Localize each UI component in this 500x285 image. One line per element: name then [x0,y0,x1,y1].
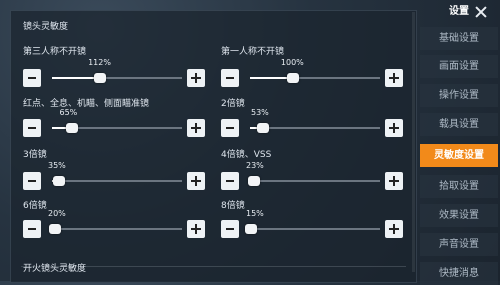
label-6x-scope: 6倍镜 [23,201,47,211]
settings-sidebar: 设置 基础设置 画面设置 操作设置 载具设置 灵敏度设置 拾取设置 效果设置 声… [418,0,500,285]
minus-button[interactable] [221,172,239,190]
slider-track[interactable] [52,77,182,79]
slider-handle[interactable] [247,176,260,186]
plus-button[interactable] [187,119,205,137]
slider-value: 15% [246,209,264,218]
slider-value: 35% [48,161,66,170]
slider-tpp-no-scope[interactable]: 112% [23,58,208,87]
label-4x-scope-vss: 4倍镜、VSS [221,150,272,160]
slider-handle[interactable] [94,73,107,83]
minus-button[interactable] [221,119,239,137]
plus-button[interactable] [385,69,403,87]
slider-fpp-no-scope[interactable]: 100% [221,58,406,87]
slider-fill [52,77,101,79]
nav-pickup-settings[interactable]: 拾取设置 [420,175,498,198]
plus-button[interactable] [187,172,205,190]
label-2x-scope: 2倍镜 [221,99,245,109]
slider-red-dot[interactable]: 65% [23,108,208,137]
minus-button[interactable] [23,119,41,137]
minus-button[interactable] [221,69,239,87]
minus-button[interactable] [221,220,239,238]
nav-vehicle-settings[interactable]: 载具设置 [420,113,498,136]
slider-3x-scope[interactable]: 35% [23,161,208,190]
minus-button[interactable] [23,172,41,190]
slider-handle[interactable] [245,224,258,234]
slider-value: 65% [59,108,78,117]
nav-graphics-settings[interactable]: 画面设置 [420,55,498,78]
slider-track[interactable] [52,228,182,230]
slider-track[interactable] [250,180,380,182]
nav-sensitivity-settings[interactable]: 灵敏度设置 [420,144,498,167]
nav-effects-settings[interactable]: 效果设置 [420,204,498,227]
nav-quick-message[interactable]: 快捷消息 [420,262,498,285]
slider-handle[interactable] [257,123,269,133]
plus-button[interactable] [187,69,205,87]
label-8x-scope: 8倍镜 [221,201,245,211]
slider-track[interactable] [52,180,182,182]
slider-value: 100% [280,58,304,67]
nav-controls-settings[interactable]: 操作设置 [420,84,498,107]
section-title-fire-sensitivity[interactable]: 开火镜头灵敏度 [23,261,86,274]
minus-button[interactable] [23,220,41,238]
plus-button[interactable] [385,220,403,238]
slider-track[interactable] [250,228,380,230]
section-title-camera-sensitivity: 镜头灵敏度 [23,22,69,32]
label-red-dot: 红点、全息、机瞄、侧面瞄准镜 [23,99,150,109]
minus-button[interactable] [23,69,41,87]
plus-button[interactable] [187,220,205,238]
slider-handle[interactable] [286,73,299,83]
nav-basic-settings[interactable]: 基础设置 [420,27,498,50]
slider-handle[interactable] [48,224,61,234]
slider-6x-scope[interactable]: 20% [23,209,208,238]
label-tpp-no-scope: 第三人称不开镜 [23,47,87,57]
slider-track[interactable] [250,77,380,79]
settings-panel: 镜头灵敏度 第三人称不开镜 112% 第一人称不开镜 100% 红点、全息、机瞄… [10,10,417,283]
nav-sound-settings[interactable]: 声音设置 [420,233,498,256]
slider-handle[interactable] [65,123,78,133]
label-fpp-no-scope: 第一人称不开镜 [221,47,285,57]
panel-scrollbar[interactable] [412,12,415,272]
slider-value: 53% [251,108,269,117]
close-icon[interactable] [474,5,488,19]
slider-4x-scope-vss[interactable]: 23% [221,161,406,190]
slider-8x-scope[interactable]: 15% [221,209,406,238]
label-3x-scope: 3倍镜 [23,150,47,160]
slider-2x-scope[interactable]: 53% [221,108,406,137]
slider-handle[interactable] [52,176,65,186]
slider-value: 20% [48,209,66,218]
plus-button[interactable] [385,119,403,137]
slider-value: 23% [246,161,264,170]
slider-track[interactable] [250,127,380,129]
slider-value: 112% [88,58,111,67]
plus-button[interactable] [385,172,403,190]
